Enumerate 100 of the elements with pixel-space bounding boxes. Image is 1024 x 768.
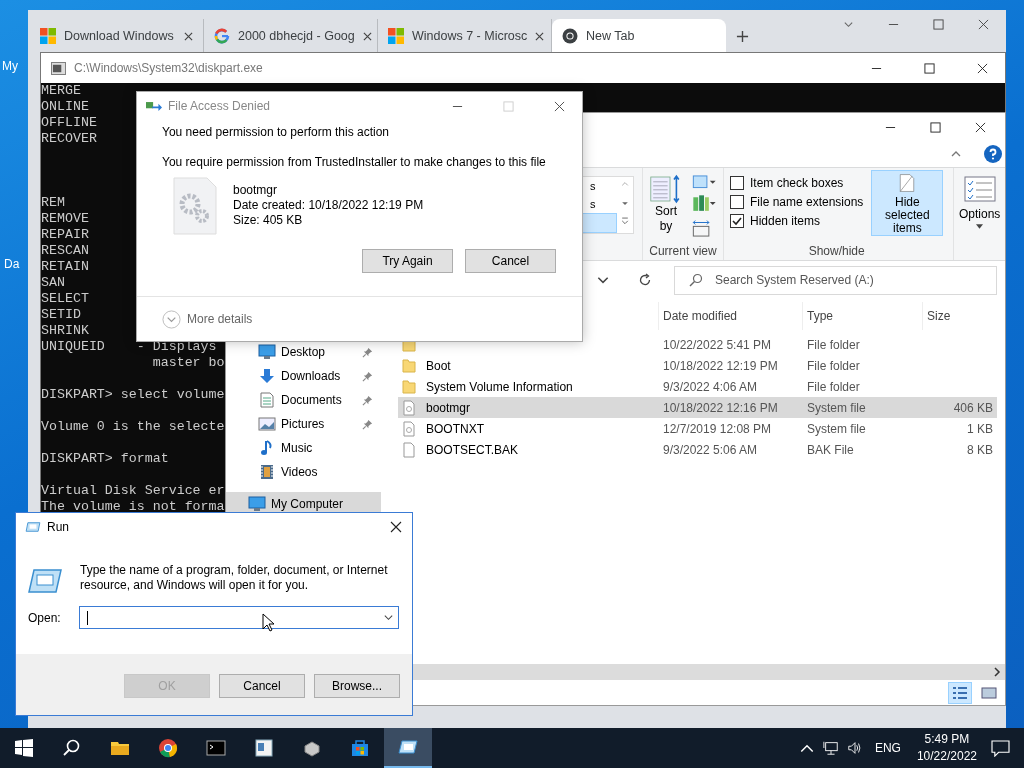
maximize-icon[interactable] [924, 62, 935, 74]
pin-icon[interactable] [362, 418, 373, 430]
windows-logo-icon [388, 28, 404, 44]
search-field[interactable]: Search System Reserved (A:) [674, 265, 997, 295]
desktop-icon-label[interactable]: Da [4, 257, 20, 271]
close-icon[interactable] [184, 31, 193, 41]
file-icon [402, 441, 416, 458]
close-icon[interactable] [554, 100, 565, 112]
maximize-icon[interactable] [930, 121, 941, 133]
close-icon[interactable] [390, 521, 402, 533]
close-icon[interactable] [975, 121, 986, 133]
caret-icon [976, 224, 984, 229]
console-line: MERGE [41, 83, 81, 98]
language-indicator[interactable]: ENG [874, 741, 901, 755]
checkbox[interactable]: File name extensions [729, 195, 864, 209]
file-move-icon [146, 100, 162, 112]
file-name: bootmgr [233, 183, 279, 198]
group-label: Current view [648, 244, 717, 258]
column-header[interactable]: Size [922, 302, 997, 330]
notification-icon[interactable] [991, 739, 1010, 757]
file-row[interactable]: Boot 10/18/2022 12:19 PM File folder [398, 355, 997, 376]
close-icon[interactable] [977, 62, 988, 74]
console-line: SAN [41, 275, 65, 290]
file-row[interactable]: bootmgr 10/18/2022 12:16 PM System file 406 KB [398, 397, 997, 418]
file-row[interactable]: System Volume Information 9/3/2022 4:06 AM File folder [398, 376, 997, 397]
nav-item[interactable]: Downloads [226, 364, 381, 388]
console-icon [51, 61, 66, 75]
close-icon[interactable] [978, 18, 989, 30]
console-line: RETAIN [41, 259, 89, 274]
checklist-icon [963, 176, 996, 202]
browser-tab[interactable]: New Tab [552, 19, 726, 53]
nav-item[interactable]: Desktop [226, 340, 381, 364]
text-cursor-icon [87, 610, 88, 625]
refresh-icon[interactable] [638, 273, 652, 287]
scroll-right-icon[interactable] [993, 667, 1001, 677]
details-view-icon[interactable] [948, 681, 972, 704]
nav-item[interactable]: Videos [226, 460, 381, 484]
dialog-button[interactable]: Cancel [465, 249, 556, 273]
column-header[interactable]: Date modified [658, 302, 802, 330]
console-line: SETID [41, 307, 81, 322]
network-icon[interactable] [822, 740, 839, 756]
options-button[interactable]: Options [953, 168, 1005, 260]
console-line: The volume is not forma [41, 499, 225, 514]
pin-icon[interactable] [362, 394, 373, 406]
console-line: REM [41, 195, 65, 210]
console-line: Volume 0 is the selecte [41, 419, 225, 434]
chevron-down-icon[interactable] [383, 612, 394, 623]
console-line: RECOVER [41, 131, 97, 146]
hide-selected-items-button[interactable]: Hide selected items [871, 170, 944, 236]
pin-icon[interactable] [362, 370, 373, 382]
google-logo-icon [214, 28, 230, 44]
desktop-icon-label[interactable]: My [2, 59, 18, 73]
group-label: Show/hide [807, 244, 866, 258]
plus-icon[interactable] [736, 29, 749, 43]
search-icon [62, 738, 82, 758]
open-combo-box[interactable] [79, 606, 399, 629]
file-row[interactable]: BOOTSECT.BAK 9/3/2022 5:06 AM BAK File 8 KB [398, 439, 997, 460]
console-line: DISKPART> select volume [41, 387, 225, 402]
nav-item[interactable]: Music [226, 436, 381, 460]
folder-icon [402, 378, 416, 395]
nav-item[interactable]: Pictures [226, 412, 381, 436]
dialog-button[interactable]: Cancel [219, 673, 305, 698]
console-line: REMOVE [41, 211, 89, 226]
checkmark-icon [730, 215, 743, 227]
desktop-icon [258, 344, 276, 360]
volume-icon[interactable] [846, 740, 863, 756]
more-details-link[interactable]: More details [187, 312, 253, 326]
search-input[interactable]: Search System Reserved (A:) [713, 272, 996, 288]
dialog-heading: You need permission to perform this action [162, 125, 390, 139]
help-icon[interactable] [984, 145, 1002, 163]
console-line: REPAIR [41, 227, 89, 242]
dialog-message: You require permission from TrustedInstaller to make changes to this file [162, 155, 547, 169]
dialog-button[interactable]: Browse... [314, 673, 400, 698]
start-icon [14, 738, 34, 758]
mouse-cursor-icon [262, 613, 274, 632]
close-icon[interactable] [362, 31, 372, 41]
document-icon [254, 738, 274, 758]
console-line: DISKPART> format [41, 451, 169, 466]
chrome-logo-icon [562, 28, 578, 44]
documents-icon [258, 392, 276, 408]
column-header[interactable]: Type [802, 302, 922, 330]
windows-logo-icon [40, 28, 56, 44]
file-row[interactable]: BOOTNXT 12/7/2019 12:08 PM System file 1 KB [398, 418, 997, 439]
checkbox[interactable]: Hidden items [729, 214, 864, 228]
file-row[interactable]: 10/22/2022 5:41 PM File folder [398, 334, 997, 355]
sort-by-button[interactable]: Sort by [648, 174, 683, 244]
videos-icon [258, 464, 276, 480]
pin-icon[interactable] [362, 346, 373, 358]
close-icon[interactable] [535, 31, 545, 41]
dialog-button[interactable]: Try Again [362, 249, 453, 273]
clock[interactable]: 5:49 PM 10/22/2022 [916, 731, 977, 765]
chrome-icon [158, 738, 178, 758]
downloads-icon [258, 368, 276, 384]
nav-item[interactable]: Documents [226, 388, 381, 412]
view-options-icon[interactable] [690, 174, 717, 238]
maximize-icon[interactable] [933, 18, 944, 30]
taskbar-app-button[interactable] [384, 728, 432, 768]
checkbox[interactable]: Item check boxes [729, 176, 864, 190]
file-size: Size: 405 KB [233, 213, 304, 228]
sort-icon [649, 174, 682, 204]
